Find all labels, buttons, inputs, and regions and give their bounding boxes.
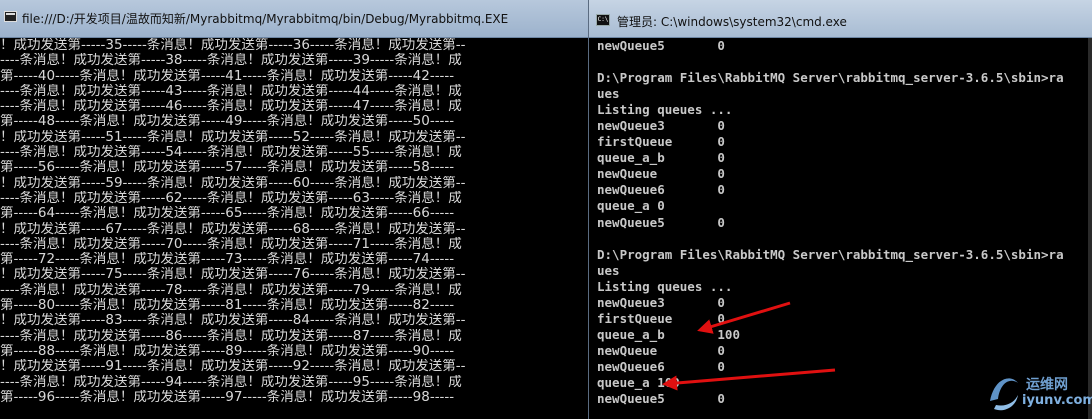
console-line: ----条消息！成功发送第-----54-----条消息！成功发送第-----5…	[0, 145, 462, 161]
console-line: ----条消息！成功发送第-----86-----条消息！成功发送第-----8…	[0, 328, 462, 344]
cmd-app-icon: C:\	[596, 14, 610, 26]
console-line: ！成功发送第-----51-----条消息！成功发送第-----52-----条…	[0, 129, 466, 145]
console-line: ----条消息！成功发送第-----46-----条消息！成功发送第-----4…	[0, 99, 462, 115]
cmd-output: newQueue5 0 D:\Program Files\RabbitMQ Ser…	[597, 38, 1092, 407]
cmd-line: ues	[597, 262, 620, 278]
watermark-text-bottom: iyunv.com	[1022, 393, 1092, 408]
cmd-line: newQueue5 0	[597, 38, 725, 53]
console-line: ！成功发送第-----67-----条消息！成功发送第-----68-----条…	[0, 221, 466, 237]
console-line: 第-----88-----条消息！成功发送第-----89-----条消息！成功…	[0, 343, 455, 359]
console-line: ！成功发送第-----59-----条消息！成功发送第-----60-----条…	[0, 175, 466, 191]
cmd-line	[597, 231, 1092, 247]
cmd-line: queue_a 0	[597, 198, 665, 214]
cmd-line: firstQueue 0	[597, 134, 725, 150]
console-line: ----条消息！成功发送第-----62-----条消息！成功发送第-----6…	[0, 190, 462, 206]
console-line: 第-----40-----条消息！成功发送第-----41-----条消息！成功…	[0, 68, 455, 84]
console-line: ！成功发送第-----35-----条消息！成功发送第-----36-----条…	[0, 38, 466, 53]
console-title: file:///D:/开发项目/温故而知新/Myrabbitmq/Myrabbi…	[22, 12, 509, 26]
cmd-line: D:\Program Files\RabbitMQ Server\rabbitm…	[597, 70, 1064, 86]
cmd-line: firstQueue 0	[597, 310, 725, 326]
cmd-scrollbar[interactable]	[1088, 38, 1092, 419]
console-line: 第-----48-----条消息！成功发送第-----49-----条消息！成功…	[0, 114, 455, 130]
cmd-titlebar[interactable]: C:\ 管理员: C:\windows\system32\cmd.exe	[589, 0, 1092, 38]
cmd-line: Listing queues ...	[597, 102, 733, 118]
console-line: ！成功发送第-----75-----条消息！成功发送第-----76-----条…	[0, 267, 466, 283]
cmd-line: newQueue5 0	[597, 214, 725, 230]
console-line: ！成功发送第-----83-----条消息！成功发送第-----84-----条…	[0, 313, 466, 329]
console-line: ----条消息！成功发送第-----94-----条消息！成功发送第-----9…	[0, 374, 462, 390]
watermark-swirl-icon	[990, 378, 1018, 411]
cmd-window: C:\ 管理员: C:\windows\system32\cmd.exe new…	[588, 0, 1092, 419]
cmd-line: D:\Program Files\RabbitMQ Server\rabbitm…	[597, 246, 1064, 262]
console-line: ----条消息！成功发送第-----43-----条消息！成功发送第-----4…	[0, 83, 462, 99]
watermark-text-top: 运维网	[1026, 377, 1068, 393]
console-titlebar[interactable]: file:///D:/开发项目/温故而知新/Myrabbitmq/Myrabbi…	[0, 0, 588, 38]
watermark-logo: 运维网 iyunv.com	[984, 365, 1092, 417]
console-line: 第-----96-----条消息！成功发送第-----97-----条消息！成功…	[0, 389, 455, 405]
cmd-line: Listing queues ...	[597, 278, 733, 294]
console-line: 第-----64-----条消息！成功发送第-----65-----条消息！成功…	[0, 206, 455, 222]
console-line: 第-----56-----条消息！成功发送第-----57-----条消息！成功…	[0, 160, 455, 176]
console-line: ----条消息！成功发送第-----78-----条消息！成功发送第-----7…	[0, 282, 462, 298]
cmd-line: newQueue 0	[597, 166, 725, 182]
cmd-line: queue_a_b 0	[597, 150, 725, 166]
console-line: ----条消息！成功发送第-----38-----条消息！成功发送第-----3…	[0, 53, 462, 69]
cmd-line: newQueue3 0	[597, 118, 725, 134]
console-line: 第-----72-----条消息！成功发送第-----73-----条消息！成功…	[0, 252, 455, 268]
cmd-line: newQueue3 0	[597, 294, 725, 310]
console-app-icon	[4, 11, 17, 22]
cmd-line	[597, 54, 1092, 70]
cmd-line: newQueue 0	[597, 342, 725, 358]
console-line: 第-----80-----条消息！成功发送第-----81-----条消息！成功…	[0, 298, 455, 314]
console-output: ！成功发送第-----35-----条消息！成功发送第-----36-----条…	[0, 38, 588, 405]
cmd-line: ues	[597, 86, 620, 102]
cmd-line: newQueue6 0	[597, 182, 725, 198]
cmd-title: 管理员: C:\windows\system32\cmd.exe	[617, 15, 847, 29]
console-window: file:///D:/开发项目/温故而知新/Myrabbitmq/Myrabbi…	[0, 0, 588, 419]
console-line: ----条消息！成功发送第-----70-----条消息！成功发送第-----7…	[0, 236, 462, 252]
console-line: ！成功发送第-----91-----条消息！成功发送第-----92-----条…	[0, 359, 466, 375]
cmd-line: queue_a_b 100	[597, 326, 740, 342]
